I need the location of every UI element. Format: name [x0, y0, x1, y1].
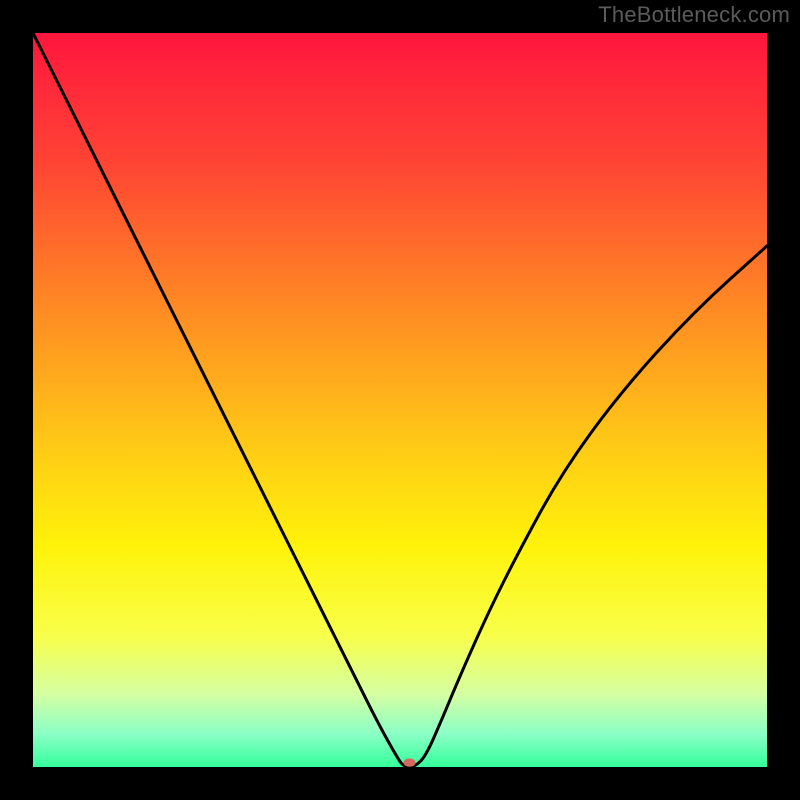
bottleneck-chart-svg	[33, 33, 767, 767]
optimal-point-marker	[404, 758, 416, 766]
watermark-text: TheBottleneck.com	[598, 2, 790, 28]
plot-area	[33, 33, 767, 767]
gradient-background	[33, 33, 767, 767]
chart-frame: TheBottleneck.com	[0, 0, 800, 800]
